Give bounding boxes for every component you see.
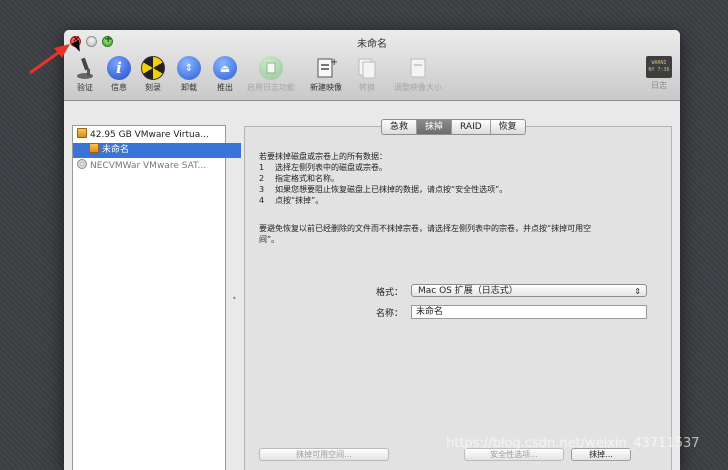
sidebar-item-label: 42.95 GB VMware Virtua... bbox=[90, 130, 209, 140]
sidebar-item-label: 未命名 bbox=[102, 145, 130, 155]
disk-utility-window: 未命名 验证 i 信息 刻录 ⇕ 卸载 ⏏ 推出 启用日志功能 bbox=[64, 30, 680, 470]
tab-erase[interactable]: 抹掉 bbox=[417, 120, 453, 134]
enable-journaling-button[interactable]: 启用日志功能 bbox=[244, 56, 298, 93]
sidebar-item-volume[interactable]: 未命名 bbox=[73, 143, 241, 158]
title-bar: 未命名 验证 i 信息 刻录 ⇕ 卸载 ⏏ 推出 启用日志功能 bbox=[64, 30, 680, 101]
info-icon: i bbox=[107, 56, 131, 80]
new-image-icon: + bbox=[314, 56, 338, 80]
instruction-step: 4 点按“抹掉”。 bbox=[259, 195, 507, 206]
info-button[interactable]: i 信息 bbox=[104, 56, 134, 93]
convert-label: 转换 bbox=[359, 83, 375, 92]
select-arrows-icon: ⇕ bbox=[634, 287, 641, 296]
step-text: 选择左侧列表中的磁盘或宗卷。 bbox=[275, 163, 387, 172]
name-field[interactable]: 未命名 bbox=[411, 305, 647, 319]
format-label: 格式： bbox=[375, 288, 403, 298]
tab-restore[interactable]: 恢复 bbox=[491, 120, 525, 134]
format-value: Mac OS 扩展（日志式） bbox=[418, 286, 518, 296]
tab-first-aid[interactable]: 急救 bbox=[382, 120, 418, 134]
burn-icon bbox=[141, 56, 165, 80]
split-view-handle[interactable]: • bbox=[232, 294, 237, 303]
name-label: 名称： bbox=[375, 309, 403, 319]
convert-icon bbox=[355, 56, 379, 80]
log-button[interactable]: WARNI NY 7:36 日志 bbox=[644, 56, 674, 91]
resize-image-icon bbox=[406, 56, 430, 80]
journal-icon bbox=[259, 56, 283, 80]
step-text: 点按“抹掉”。 bbox=[275, 196, 324, 205]
step-number: 3 bbox=[259, 185, 265, 194]
svg-text:+: + bbox=[330, 57, 337, 68]
format-select[interactable]: Mac OS 扩展（日志式） ⇕ bbox=[411, 284, 647, 297]
log-badge-line1: WARNI bbox=[651, 60, 667, 66]
info-label: 信息 bbox=[111, 83, 127, 92]
note-line: 间”。 bbox=[259, 235, 280, 244]
erase-panel: 若要抹掉磁盘或宗卷上的所有数据： 1 选择左侧列表中的磁盘或宗卷。 2 指定格式和名… bbox=[244, 126, 672, 470]
instructions-intro: 若要抹掉磁盘或宗卷上的所有数据： bbox=[259, 152, 387, 161]
step-text: 如果您想要阻止恢复磁盘上已抹掉的数据，请点按“安全性选项”。 bbox=[275, 185, 508, 194]
step-number: 2 bbox=[259, 174, 265, 183]
instruction-step: 2 指定格式和名称。 bbox=[259, 173, 507, 184]
new-image-label: 新建映像 bbox=[310, 83, 342, 92]
step-text: 指定格式和名称。 bbox=[275, 174, 339, 183]
burn-label: 刻录 bbox=[145, 83, 161, 92]
window-title: 未命名 bbox=[357, 39, 387, 50]
step-number: 1 bbox=[259, 163, 265, 172]
sidebar-item-label: NECVMWar VMware SAT... bbox=[90, 161, 207, 171]
erase-free-space-note: 要避免恢复以前已经删除的文件而不抹掉宗卷，请选择左侧列表中的宗卷，并点按“抹掉可… bbox=[259, 223, 659, 245]
new-image-button[interactable]: + 新建映像 bbox=[306, 56, 346, 93]
watermark-text: https://blog.csdn.net/weixin_43711537 bbox=[446, 436, 700, 451]
instruction-step: 3 如果您想要阻止恢复磁盘上已抹掉的数据，请点按“安全性选项”。 bbox=[259, 184, 507, 195]
device-sidebar[interactable]: 42.95 GB VMware Virtua... 未命名 NECVMWar V… bbox=[72, 125, 241, 470]
annotation-arrow-icon bbox=[29, 44, 70, 75]
resize-image-label: 调整映像大小 bbox=[394, 83, 442, 92]
convert-button[interactable]: 转换 bbox=[352, 56, 382, 93]
note-line: 要避免恢复以前已经删除的文件而不抹掉宗卷，请选择左侧列表中的宗卷，并点按“抹掉可… bbox=[259, 224, 592, 233]
eject-label: 推出 bbox=[217, 83, 233, 92]
unmount-button[interactable]: ⇕ 卸载 bbox=[174, 56, 204, 93]
log-label: 日志 bbox=[651, 81, 667, 90]
step-number: 4 bbox=[259, 196, 265, 205]
tab-raid[interactable]: RAID bbox=[452, 120, 491, 134]
burn-button[interactable]: 刻录 bbox=[138, 56, 168, 93]
erase-instructions: 若要抹掉磁盘或宗卷上的所有数据： 1 选择左侧列表中的磁盘或宗卷。 2 指定格式和名… bbox=[259, 151, 507, 206]
console-log-icon: WARNI NY 7:36 bbox=[646, 56, 672, 78]
eject-button[interactable]: ⏏ 推出 bbox=[210, 56, 240, 93]
volume-icon bbox=[89, 143, 99, 153]
unmount-label: 卸载 bbox=[181, 83, 197, 92]
hard-disk-icon bbox=[77, 128, 87, 138]
erase-free-space-button[interactable]: 抹掉可用空间... bbox=[259, 448, 389, 461]
eject-icon: ⏏ bbox=[213, 56, 237, 80]
optical-disc-icon bbox=[77, 159, 87, 169]
unmount-icon: ⇕ bbox=[177, 56, 201, 80]
log-badge-line2: NY 7:36 bbox=[648, 67, 670, 73]
resize-image-button[interactable]: 调整映像大小 bbox=[388, 56, 448, 93]
sidebar-item-optical[interactable]: NECVMWar VMware SAT... bbox=[73, 159, 229, 174]
enable-journaling-label: 启用日志功能 bbox=[247, 83, 295, 92]
sidebar-item-disk[interactable]: 42.95 GB VMware Virtua... bbox=[73, 128, 229, 143]
tab-bar: 急救 抹掉 RAID 恢复 bbox=[381, 119, 526, 135]
instruction-step: 1 选择左侧列表中的磁盘或宗卷。 bbox=[259, 162, 507, 173]
